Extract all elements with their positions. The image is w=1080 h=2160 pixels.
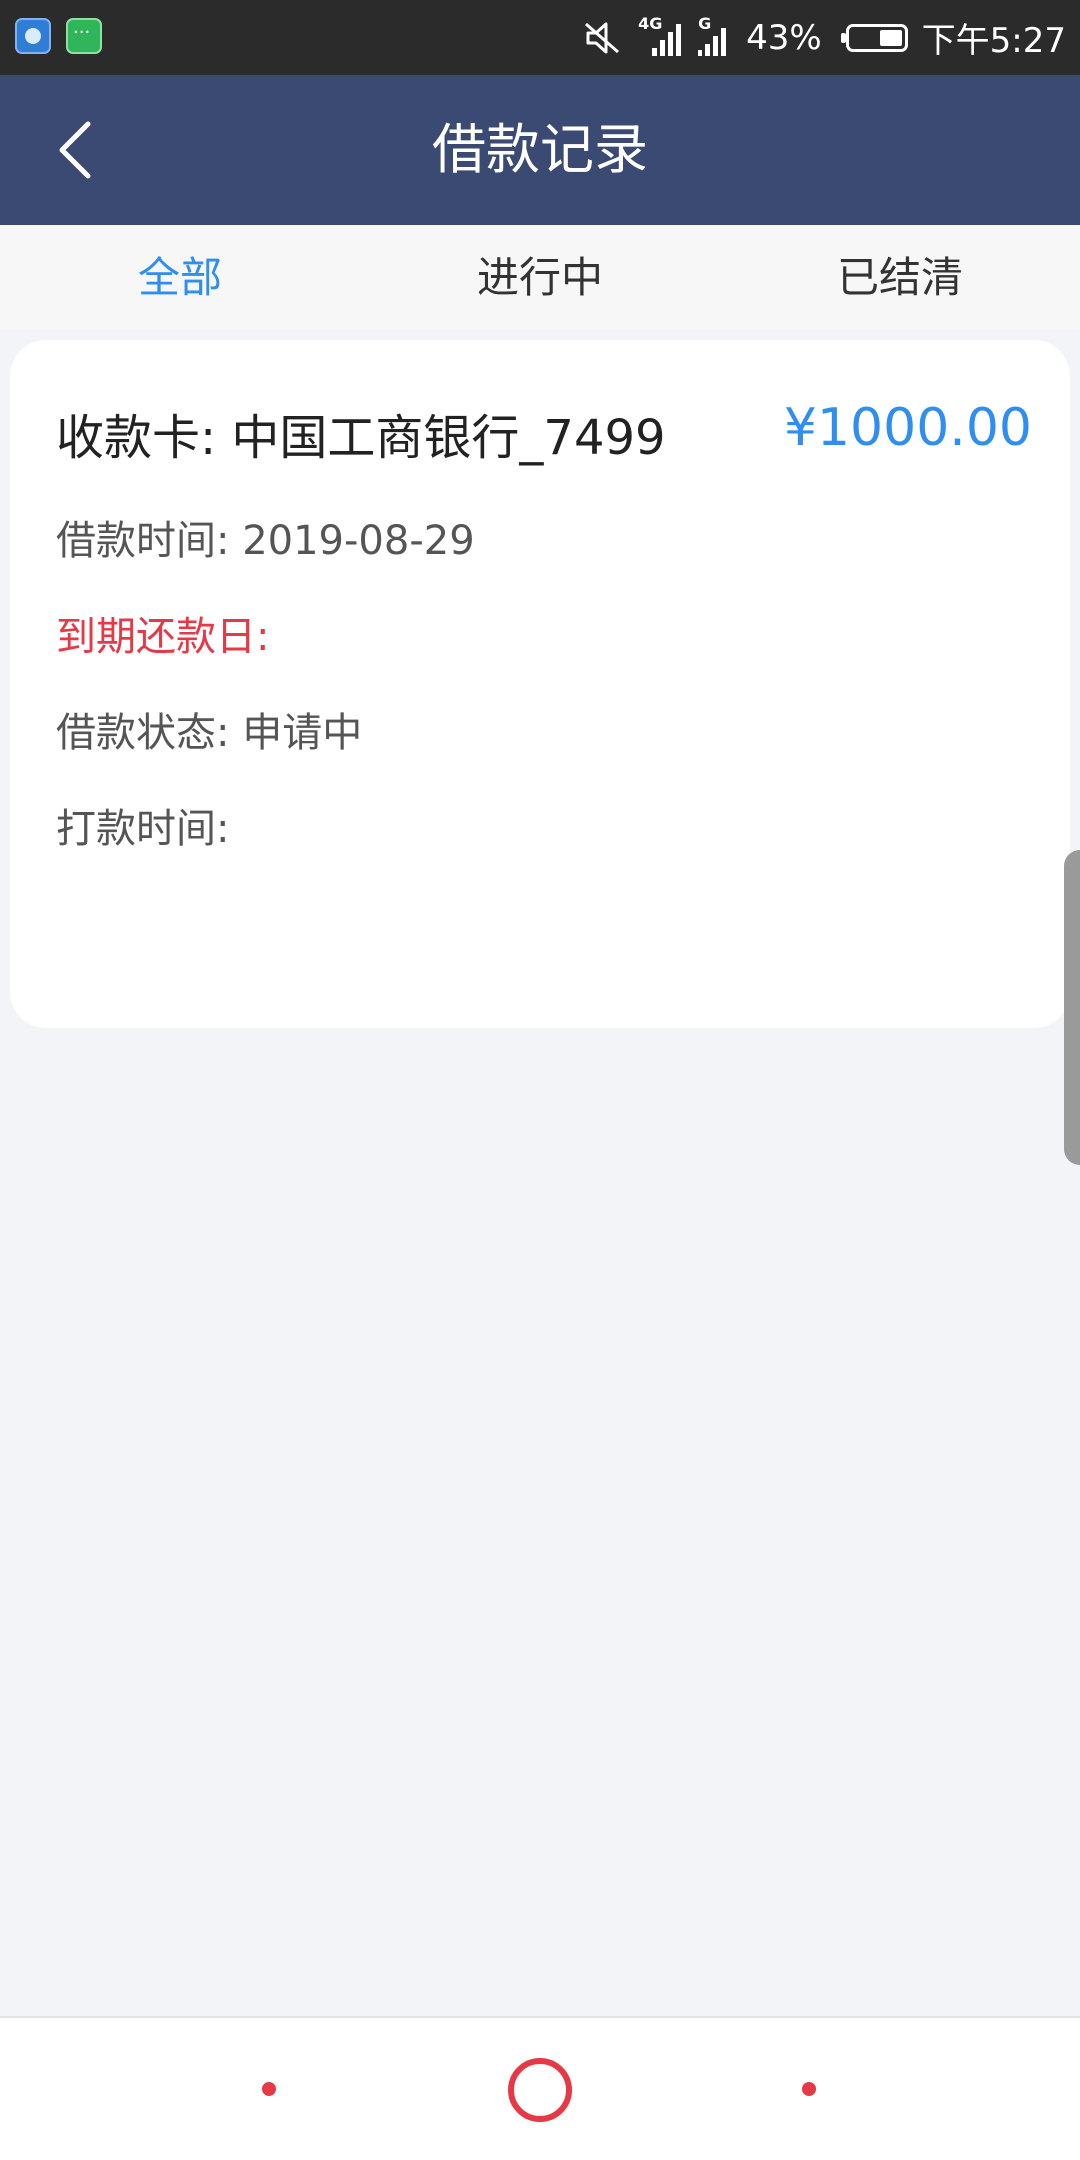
- tab-settled[interactable]: 已结清: [720, 225, 1080, 330]
- loan-status: 借款状态: 申请中: [56, 710, 363, 756]
- chat-icon: [66, 18, 102, 54]
- tab-bar: 全部 进行中 已结清: [0, 225, 1080, 330]
- battery-percent: 43%: [746, 17, 822, 58]
- mute-icon: [585, 22, 620, 53]
- due-date: 到期还款日:: [56, 614, 270, 660]
- receiving-card: 收款卡: 中国工商银行_7499: [56, 410, 666, 466]
- tab-in-progress[interactable]: 进行中: [360, 225, 720, 330]
- app-header: 借款记录: [0, 75, 1080, 225]
- bottom-nav: [0, 2016, 1080, 2160]
- nav-dot-right[interactable]: [802, 2082, 816, 2096]
- payment-time: 打款时间:: [56, 806, 230, 852]
- status-bar: 4G G 43% 下午5:27: [0, 0, 1080, 75]
- side-drag-handle[interactable]: [1064, 850, 1080, 1165]
- signal-g-icon: G: [696, 14, 732, 60]
- loan-amount: ¥1000.00: [783, 398, 1032, 458]
- tab-all[interactable]: 全部: [0, 225, 360, 330]
- signal-4g-icon: 4G: [636, 14, 682, 60]
- page-title: 借款记录: [432, 118, 648, 181]
- clock: 下午5:27: [921, 21, 1066, 61]
- status-icons: 4G G 43% 下午5:27: [582, 0, 1066, 75]
- nav-dot-left[interactable]: [262, 2082, 276, 2096]
- battery-icon: [840, 23, 908, 52]
- nav-home-circle[interactable]: [508, 2058, 572, 2122]
- loan-time: 借款时间: 2019-08-29: [56, 518, 475, 564]
- battery-level: [879, 29, 902, 46]
- browser-icon: [15, 18, 51, 54]
- loan-record-card[interactable]: 收款卡: 中国工商银行_7499 ¥1000.00 借款时间: 2019-08-…: [10, 340, 1070, 1028]
